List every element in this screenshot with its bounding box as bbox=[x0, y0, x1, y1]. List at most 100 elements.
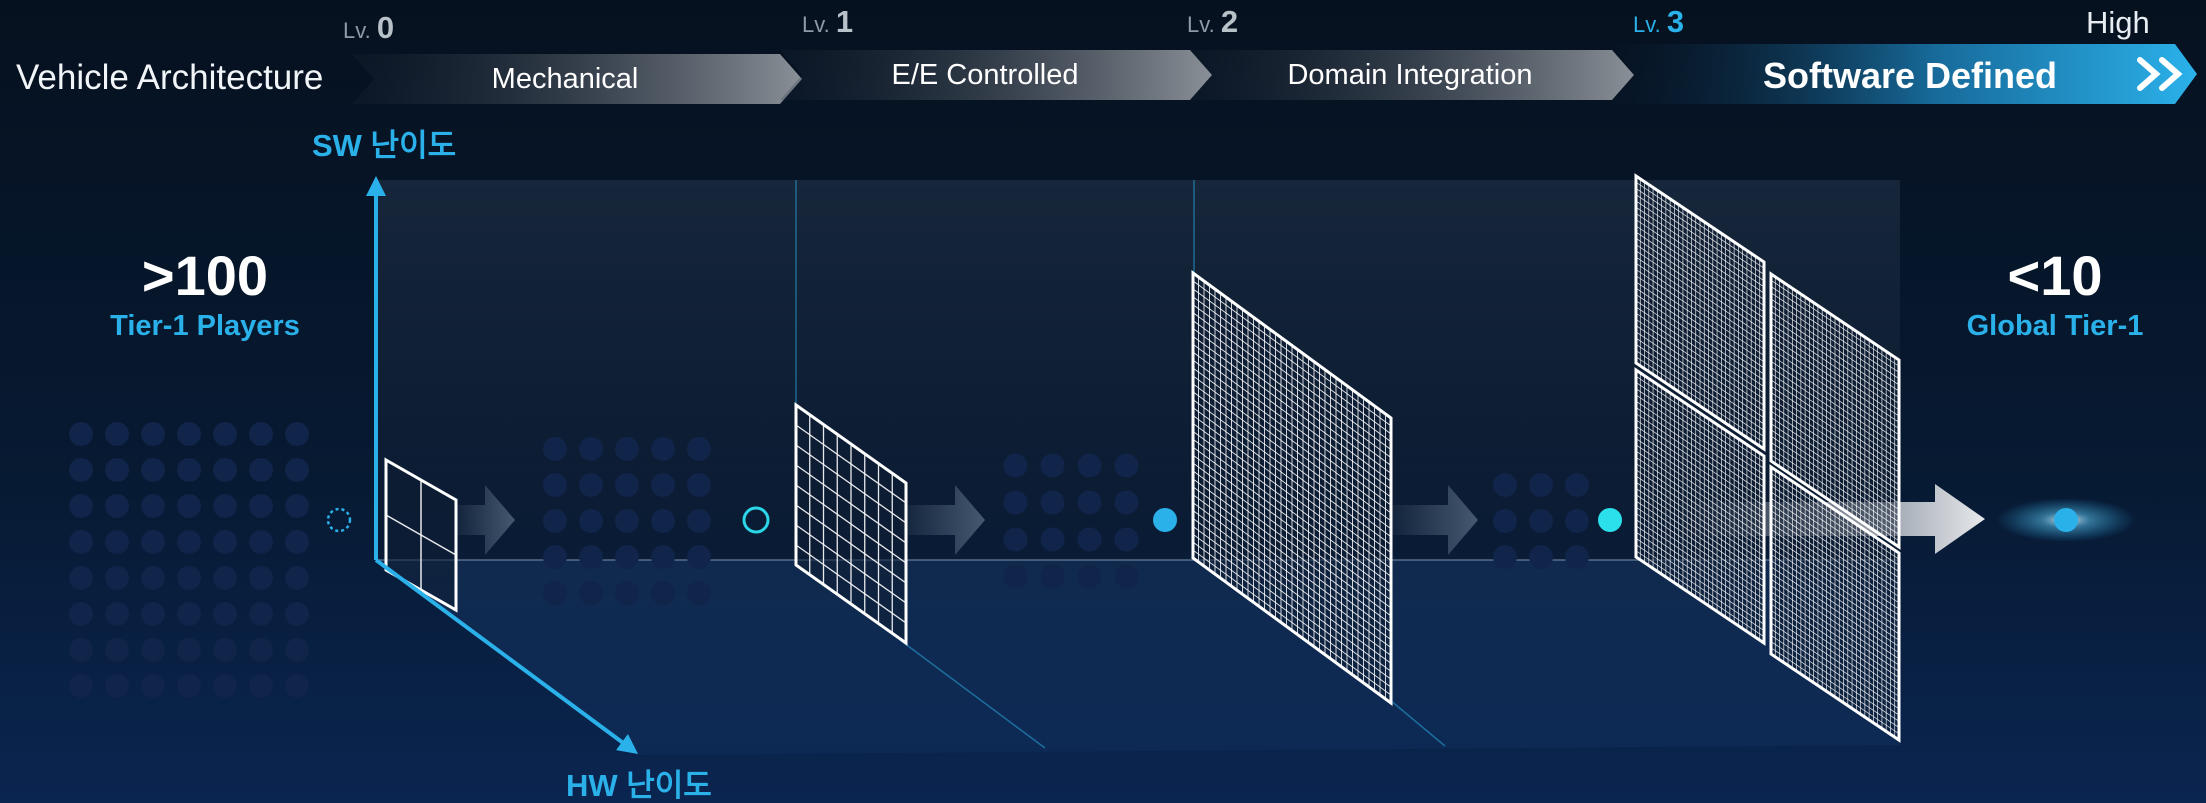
supplier-dot bbox=[651, 545, 675, 569]
supplier-dot bbox=[177, 674, 201, 698]
supplier-dot bbox=[105, 602, 129, 626]
supplier-dot bbox=[69, 530, 93, 554]
supplier-dot bbox=[687, 437, 711, 461]
supplier-dot bbox=[1077, 527, 1102, 552]
tier1-count: >100 bbox=[141, 244, 269, 307]
supplier-dot bbox=[285, 530, 309, 554]
supplier-dot bbox=[285, 566, 309, 590]
architecture-diagram: Vehicle Architecture Lv. 0 Lv. 1 Lv. 2 L… bbox=[0, 0, 2206, 803]
supplier-dot bbox=[579, 545, 603, 569]
level-3-label: Lv. 3 bbox=[1633, 4, 1685, 39]
supplier-dot bbox=[1077, 453, 1102, 478]
supplier-dot bbox=[579, 473, 603, 497]
supplier-dot bbox=[543, 581, 567, 605]
supplier-dot bbox=[249, 458, 273, 482]
supplier-dot bbox=[141, 422, 165, 446]
supplier-dot bbox=[1040, 490, 1065, 515]
supplier-dot bbox=[615, 581, 639, 605]
supplier-dot bbox=[177, 566, 201, 590]
supplier-dot bbox=[543, 509, 567, 533]
supplier-dot bbox=[105, 530, 129, 554]
supplier-dot bbox=[615, 473, 639, 497]
supplier-dot bbox=[1040, 453, 1065, 478]
supplier-dot bbox=[69, 602, 93, 626]
supplier-dot bbox=[1114, 527, 1139, 552]
supplier-dot bbox=[105, 458, 129, 482]
supplier-dot bbox=[1077, 490, 1102, 515]
supplier-dot bbox=[1114, 564, 1139, 589]
tier1-label: Tier-1 Players bbox=[110, 310, 300, 342]
supplier-dot bbox=[177, 638, 201, 662]
supplier-dot bbox=[177, 494, 201, 518]
supplier-dot bbox=[285, 638, 309, 662]
supplier-dot bbox=[285, 494, 309, 518]
supplier-dot bbox=[651, 509, 675, 533]
supplier-dot bbox=[141, 530, 165, 554]
supplier-dot bbox=[1077, 564, 1102, 589]
global-tier1-label: Global Tier-1 bbox=[1966, 310, 2144, 342]
supplier-dot bbox=[1493, 473, 1517, 497]
supplier-dot bbox=[249, 602, 273, 626]
supplier-dot bbox=[69, 494, 93, 518]
supplier-dot bbox=[69, 566, 93, 590]
supplier-dot bbox=[141, 458, 165, 482]
supplier-dot bbox=[105, 674, 129, 698]
supplier-dot bbox=[687, 509, 711, 533]
supplier-dot bbox=[1529, 545, 1553, 569]
supplier-dot bbox=[615, 509, 639, 533]
floor-plane bbox=[376, 560, 1900, 755]
supplier-dot bbox=[141, 602, 165, 626]
high-label: High bbox=[2086, 5, 2150, 40]
supplier-dot bbox=[177, 422, 201, 446]
global-tier1-count: <10 bbox=[2007, 244, 2103, 307]
supplier-dot bbox=[213, 422, 237, 446]
segment-software-defined: Software Defined bbox=[1762, 55, 2058, 96]
supplier-dot bbox=[1003, 564, 1028, 589]
supplier-dot bbox=[1040, 564, 1065, 589]
supplier-dot bbox=[1114, 453, 1139, 478]
supplier-dot bbox=[651, 437, 675, 461]
supplier-dot bbox=[579, 581, 603, 605]
supplier-dot bbox=[213, 638, 237, 662]
supplier-dot bbox=[285, 422, 309, 446]
supplier-dot bbox=[1529, 509, 1553, 533]
supplier-dot bbox=[213, 530, 237, 554]
supplier-dot bbox=[1003, 527, 1028, 552]
supplier-dot bbox=[1003, 453, 1028, 478]
segment-ee-controlled: E/E Controlled bbox=[891, 59, 1079, 91]
supplier-dot bbox=[285, 602, 309, 626]
supplier-dot bbox=[1565, 473, 1589, 497]
diagram-canvas bbox=[0, 0, 2206, 803]
final-marker bbox=[2054, 508, 2078, 532]
supplier-dot bbox=[1529, 473, 1553, 497]
supplier-dot bbox=[69, 638, 93, 662]
supplier-dot bbox=[543, 473, 567, 497]
supplier-dot bbox=[249, 674, 273, 698]
segment-domain-integration: Domain Integration bbox=[1287, 59, 1533, 91]
supplier-dot bbox=[213, 458, 237, 482]
level-2-marker bbox=[1153, 508, 1177, 532]
supplier-dot bbox=[105, 422, 129, 446]
supplier-dot bbox=[69, 674, 93, 698]
supplier-dot bbox=[249, 422, 273, 446]
supplier-dot bbox=[687, 581, 711, 605]
supplier-dot bbox=[213, 674, 237, 698]
supplier-dot bbox=[651, 581, 675, 605]
supplier-dot bbox=[687, 473, 711, 497]
supplier-dot bbox=[1003, 490, 1028, 515]
supplier-dot bbox=[177, 530, 201, 554]
supplier-dot bbox=[543, 545, 567, 569]
supplier-dot bbox=[141, 674, 165, 698]
supplier-dot bbox=[1493, 545, 1517, 569]
level-3-marker bbox=[1598, 508, 1622, 532]
vehicle-architecture-label: Vehicle Architecture bbox=[16, 58, 324, 97]
supplier-dot bbox=[249, 566, 273, 590]
supplier-dot bbox=[615, 545, 639, 569]
supplier-dot bbox=[1114, 490, 1139, 515]
supplier-dot bbox=[285, 458, 309, 482]
supplier-dot bbox=[213, 566, 237, 590]
supplier-dot bbox=[249, 494, 273, 518]
level-0-label: Lv. 0 bbox=[343, 10, 395, 45]
supplier-dot bbox=[105, 566, 129, 590]
supplier-dot bbox=[687, 545, 711, 569]
